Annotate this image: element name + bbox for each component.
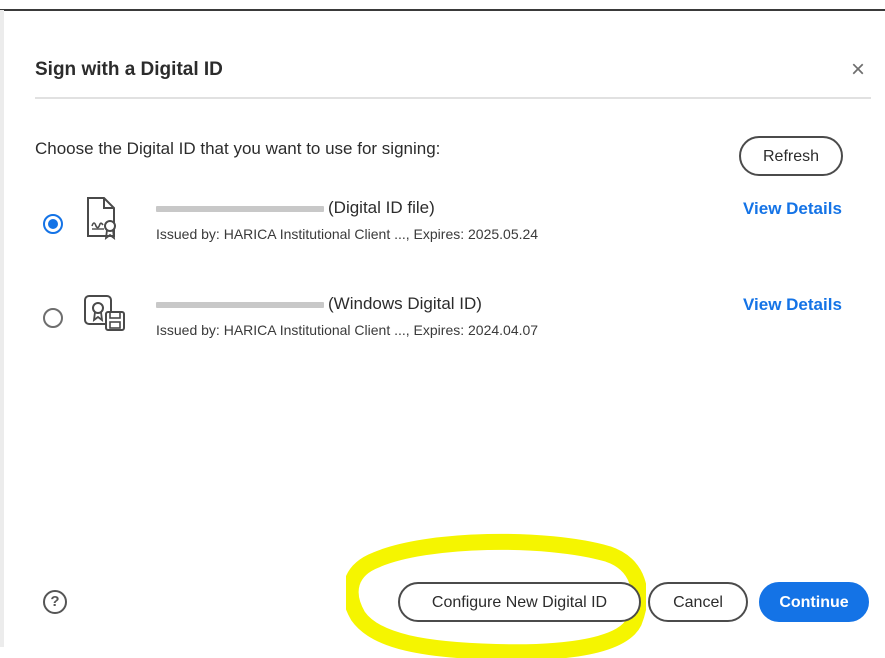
left-edge xyxy=(0,10,4,647)
view-details-link[interactable]: View Details xyxy=(743,295,842,315)
close-icon[interactable]: × xyxy=(845,57,871,83)
sign-digital-id-dialog: Sign with a Digital ID × Choose the Digi… xyxy=(6,12,885,658)
digital-id-issuer: Issued by: HARICA Institutional Client .… xyxy=(156,226,539,242)
configure-new-digital-id-button[interactable]: Configure New Digital ID xyxy=(398,582,641,622)
help-icon[interactable]: ? xyxy=(43,590,67,614)
digital-id-name: (Windows Digital ID) xyxy=(156,294,482,314)
instruction-text: Choose the Digital ID that you want to u… xyxy=(35,139,441,158)
digital-id-issuer: Issued by: HARICA Institutional Client .… xyxy=(156,322,539,338)
view-details-link[interactable]: View Details xyxy=(743,199,842,219)
header-divider xyxy=(35,97,871,99)
certificate-file-icon xyxy=(82,196,126,242)
digital-id-radio-selected[interactable] xyxy=(43,214,63,234)
continue-button[interactable]: Continue xyxy=(759,582,869,622)
windows-certificate-icon xyxy=(82,290,126,336)
digital-id-row-windows[interactable]: (Windows Digital ID) Issued by: HARICA I… xyxy=(6,288,885,348)
top-border xyxy=(0,9,885,11)
digital-id-radio[interactable] xyxy=(43,308,63,328)
dialog-title: Sign with a Digital ID xyxy=(35,59,223,80)
digital-id-name: (Digital ID file) xyxy=(156,198,435,218)
digital-id-row-file[interactable]: (Digital ID file) Issued by: HARICA Inst… xyxy=(6,192,885,252)
redacted-name xyxy=(156,301,324,308)
refresh-button[interactable]: Refresh xyxy=(739,136,843,176)
cancel-button[interactable]: Cancel xyxy=(648,582,748,622)
redacted-name xyxy=(156,205,324,212)
